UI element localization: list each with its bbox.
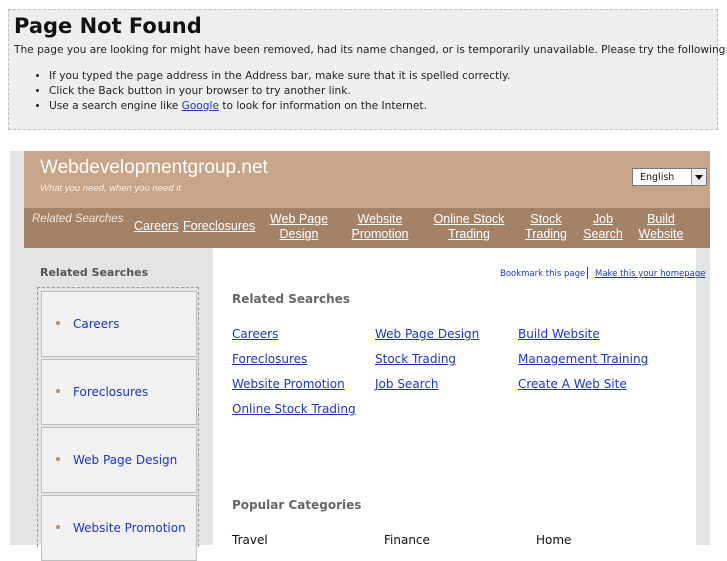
- bullet-icon: [56, 525, 60, 529]
- sidebar-item-web-page-design[interactable]: Web Page Design: [41, 427, 197, 493]
- sidebar-item-foreclosures[interactable]: Foreclosures: [41, 359, 197, 425]
- error-panel: Page Not Found The page you are looking …: [8, 9, 727, 130]
- sidebar-link[interactable]: Website Promotion: [73, 521, 186, 535]
- sidebar-item-website-promotion[interactable]: Website Promotion: [41, 495, 197, 561]
- sidebar: Related Searches Careers Foreclosures We…: [23, 248, 213, 561]
- nav-link-online-stock-trading[interactable]: Online Stock Trading: [432, 212, 506, 242]
- related-searches-title: Related Searches: [232, 292, 350, 306]
- parked-site: Webdevelopmentgroup.net What you need, w…: [10, 151, 710, 561]
- main-content: Bookmark this page Make this your homepa…: [213, 248, 705, 547]
- error-message: The page you are looking for might have …: [14, 44, 727, 56]
- popular-categories-title: Popular Categories: [232, 498, 362, 512]
- top-nav: Related Searches Careers Foreclosures We…: [24, 208, 710, 248]
- sidebar-item-careers[interactable]: Careers: [41, 291, 197, 357]
- bullet-icon: [56, 321, 60, 325]
- related-link[interactable]: Management Training: [518, 352, 648, 366]
- divider: [587, 267, 588, 279]
- nav-label: Related Searches: [32, 213, 124, 225]
- nav-link-website-promotion[interactable]: Website Promotion: [349, 212, 411, 242]
- bullet-icon: [56, 457, 60, 461]
- nav-link-build-website[interactable]: Build Website: [636, 212, 686, 242]
- suggestion-item: Click the Back button in your browser to…: [49, 85, 510, 100]
- sidebar-link[interactable]: Careers: [73, 317, 119, 331]
- error-title: Page Not Found: [14, 14, 202, 38]
- suggestion-text: Use a search engine like: [49, 100, 182, 112]
- nav-link-job-search[interactable]: Job Search: [582, 212, 624, 242]
- site-tagline: What you need, when you need it: [40, 183, 182, 194]
- sidebar-list: Careers Foreclosures Web Page Design Web…: [37, 287, 199, 561]
- related-link[interactable]: Build Website: [518, 327, 600, 341]
- suggestion-text: to look for information on the Internet.: [218, 100, 427, 112]
- nav-link-stock-trading[interactable]: Stock Trading: [523, 212, 569, 242]
- language-select[interactable]: English: [632, 168, 707, 186]
- homepage-link[interactable]: Make this your homepage: [595, 269, 705, 279]
- related-link[interactable]: Online Stock Trading: [232, 402, 356, 416]
- related-link[interactable]: Careers: [232, 327, 278, 341]
- related-link[interactable]: Website Promotion: [232, 377, 345, 391]
- google-link[interactable]: Google: [182, 100, 219, 112]
- chevron-down-icon[interactable]: [691, 169, 706, 185]
- related-link[interactable]: Job Search: [375, 377, 439, 391]
- suggestion-list: If you typed the page address in the Add…: [9, 70, 510, 115]
- related-link[interactable]: Web Page Design: [375, 327, 479, 341]
- nav-link-web-page-design[interactable]: Web Page Design: [269, 212, 329, 242]
- suggestion-item: Use a search engine like Google to look …: [49, 100, 510, 115]
- related-link[interactable]: Stock Trading: [375, 352, 456, 366]
- sidebar-title: Related Searches: [40, 266, 149, 279]
- site-name: Webdevelopmentgroup.net: [40, 157, 268, 178]
- site-header: Webdevelopmentgroup.net What you need, w…: [24, 151, 710, 208]
- suggestion-item: If you typed the page address in the Add…: [49, 70, 510, 85]
- sidebar-link[interactable]: Web Page Design: [73, 453, 177, 467]
- nav-link-foreclosures[interactable]: Foreclosures: [183, 219, 255, 234]
- bookmark-link[interactable]: Bookmark this page: [500, 269, 585, 279]
- language-value: English: [640, 172, 675, 183]
- related-link[interactable]: Create A Web Site: [518, 377, 627, 391]
- sidebar-link[interactable]: Foreclosures: [73, 385, 148, 399]
- bullet-icon: [56, 389, 60, 393]
- nav-link-careers[interactable]: Careers: [134, 219, 178, 234]
- related-link[interactable]: Foreclosures: [232, 352, 307, 366]
